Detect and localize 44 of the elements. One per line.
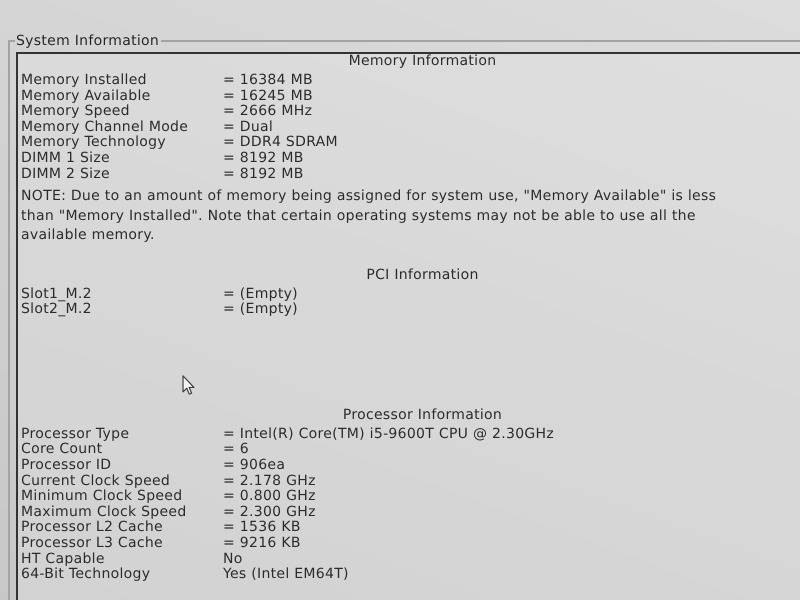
field-label: HT Capable (21, 552, 106, 567)
field-label: Processor ID (21, 458, 112, 474)
field-value: = 9216 KB (223, 536, 302, 552)
mouse-pointer-icon (182, 375, 195, 395)
field-value: = Intel(R) Core(TM) i5-9600T CPU @ 2.30GHz (223, 426, 554, 442)
field-value: = 16384 MB (223, 73, 314, 89)
field-label: Slot2_M.2 (21, 302, 93, 318)
field-value: = (Empty) (223, 302, 298, 318)
field-value: = 1536 KB (223, 520, 302, 536)
field-label: Memory Speed (21, 104, 131, 120)
group-title: System Information (15, 33, 160, 49)
section-heading: Processor Information (342, 408, 504, 422)
field-label: Processor L3 Cache (21, 536, 164, 552)
field-value: = 2666 MHz (223, 104, 314, 120)
field-label: Processor L2 Cache (21, 520, 164, 536)
field-label: Memory Installed (21, 73, 148, 89)
field-label: Core Count (21, 442, 104, 458)
note-text: NOTE: Due to an amount of memory being assigned for system use, "Memory Available" is less than "Memory Installed". Note that certain operating systems may not be able to use all the available memory. (21, 187, 718, 246)
field-label: Memory Available (21, 88, 152, 104)
field-value: = 16245 MB (223, 88, 314, 104)
field-label: Minimum Clock Speed (21, 489, 184, 505)
field-value: = 8192 MB (223, 166, 305, 182)
field-label: Memory Technology (21, 135, 167, 151)
field-label: DIMM 2 Size (21, 166, 111, 182)
field-value: = 8192 MB (223, 150, 305, 167)
field-value: = DDR4 SDRAM (223, 135, 338, 151)
field-value: = 2.300 GHz (223, 504, 317, 520)
field-label: DIMM 1 Size (21, 150, 111, 167)
field-value: = 0.800 GHz (223, 489, 317, 505)
field-label: Maximum Clock Speed (21, 504, 188, 520)
field-value: No (223, 552, 244, 568)
field-value: = 6 (223, 442, 250, 458)
field-label: Memory Channel Mode (21, 120, 190, 135)
field-value: = 2.178 GHz (223, 474, 317, 490)
field-label: 64-Bit Technology (21, 567, 152, 583)
field-value: = (Empty) (223, 286, 298, 302)
field-value: = Dual (223, 120, 274, 136)
field-value: = 906ea (223, 458, 286, 474)
field-label: Slot1_M.2 (21, 286, 93, 302)
field-label: Current Clock Speed (21, 474, 172, 489)
field-value: Yes (Intel EM64T) (223, 567, 350, 583)
section-heading: PCI Information (365, 268, 480, 282)
section-heading: Memory Information (348, 54, 498, 68)
field-label: Processor Type (21, 426, 130, 442)
